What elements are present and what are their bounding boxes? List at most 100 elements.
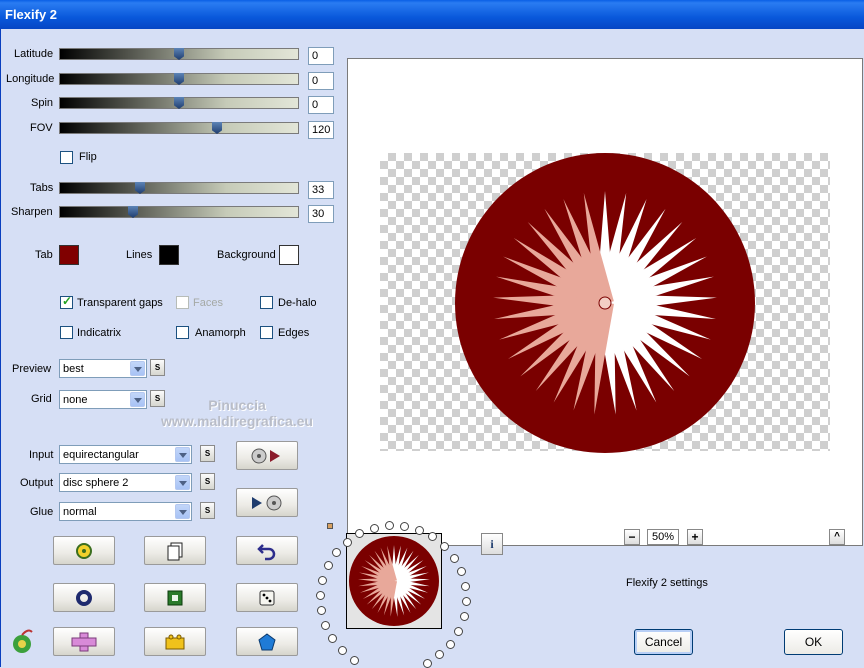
zoom-out-button[interactable]: − [624, 529, 640, 545]
input-s-button[interactable]: S [200, 445, 215, 462]
preview-canvas[interactable] [347, 58, 863, 546]
preview-s-button[interactable]: S [150, 359, 165, 376]
dial-dot[interactable] [461, 597, 471, 607]
dial-dot[interactable] [456, 567, 466, 577]
flip-checkbox[interactable] [60, 151, 73, 164]
dial-dot[interactable] [440, 542, 450, 552]
faces-checkbox[interactable] [176, 296, 189, 309]
watermark: Pinuccia www.maldiregrafica.eu [161, 397, 313, 429]
grid-select[interactable]: none [59, 390, 147, 409]
tabs-value[interactable]: 33 [308, 181, 334, 199]
tab-color-swatch[interactable] [59, 245, 79, 265]
zoom-in-button[interactable]: + [687, 529, 703, 545]
sharpen-slider[interactable] [59, 206, 299, 218]
fov-value[interactable]: 120 [308, 121, 334, 139]
chevron-down-icon[interactable] [175, 475, 190, 490]
lines-color-label: Lines [126, 249, 153, 261]
sharpen-label: Sharpen [11, 206, 53, 218]
undo-button[interactable] [236, 536, 298, 565]
dial-dot[interactable] [318, 575, 328, 585]
latitude-value[interactable]: 0 [308, 47, 334, 65]
indicatrix-checkbox[interactable] [60, 326, 73, 339]
fov-thumb[interactable] [212, 122, 222, 134]
thumbnail-preview[interactable] [346, 533, 442, 629]
save-output-button[interactable] [236, 488, 298, 517]
longitude-slider[interactable] [59, 73, 299, 85]
dial-dot[interactable] [337, 645, 347, 655]
load-input-button[interactable] [236, 441, 298, 470]
preview-select-value: best [63, 363, 84, 375]
dial-dot[interactable] [461, 582, 471, 592]
dial-dot[interactable] [454, 626, 464, 636]
latitude-slider[interactable] [59, 48, 299, 60]
dial-dot[interactable] [321, 620, 331, 630]
ring-icon [76, 589, 92, 606]
chevron-down-icon[interactable] [130, 361, 145, 376]
cross-button[interactable] [53, 627, 115, 656]
glue-select[interactable]: normal [59, 502, 192, 521]
dial-dot[interactable] [342, 537, 352, 547]
brick-button[interactable] [144, 627, 206, 656]
cancel-button[interactable]: Cancel [634, 629, 693, 655]
navigator-handle[interactable] [327, 523, 333, 529]
dial-dot[interactable] [459, 612, 469, 622]
chevron-down-icon[interactable] [175, 447, 190, 462]
tabs-slider[interactable] [59, 182, 299, 194]
anamorph-checkbox[interactable] [176, 326, 189, 339]
dice-button[interactable] [236, 583, 298, 612]
square-button[interactable] [144, 583, 206, 612]
tabs-thumb[interactable] [135, 182, 145, 194]
fov-slider[interactable] [59, 122, 299, 134]
pentagon-button[interactable] [236, 627, 298, 656]
dialog-body: Latitude 0 Longitude 0 Spin 0 FOV 120 Fl… [0, 29, 864, 668]
chevron-down-icon[interactable] [130, 392, 145, 407]
glue-s-button[interactable]: S [200, 502, 215, 519]
dial-dot[interactable] [414, 525, 424, 535]
dial-dot[interactable] [449, 553, 459, 563]
copy-button[interactable] [144, 536, 206, 565]
dial-dot[interactable] [349, 655, 359, 665]
sharpen-value[interactable]: 30 [308, 205, 334, 223]
grid-select-value: none [63, 394, 88, 406]
dial-dot[interactable] [422, 658, 432, 668]
ring-button[interactable] [53, 583, 115, 612]
sharpen-thumb[interactable] [128, 206, 138, 218]
ok-button[interactable]: OK [784, 629, 843, 655]
dice-icon [259, 590, 275, 605]
edges-checkbox[interactable] [260, 326, 273, 339]
info-button[interactable]: i [481, 533, 503, 555]
dial-dot[interactable] [435, 650, 445, 660]
check-mark-icon: ✓ [62, 294, 73, 308]
dial-dot[interactable] [369, 523, 379, 533]
preview-select[interactable]: best [59, 359, 147, 378]
spin-value[interactable]: 0 [308, 96, 334, 114]
chevron-down-icon[interactable] [175, 504, 190, 519]
transparent-gaps-checkbox[interactable]: ✓ [60, 294, 73, 309]
dial-dot[interactable] [331, 548, 341, 558]
dial-dot[interactable] [328, 634, 338, 644]
output-select[interactable]: disc sphere 2 [59, 473, 192, 492]
input-select[interactable]: equirectangular [59, 445, 192, 464]
window-title: Flexify 2 [5, 7, 58, 22]
settings-text: Flexify 2 settings [626, 577, 708, 589]
indicatrix-label: Indicatrix [77, 327, 122, 339]
edges-label: Edges [278, 327, 310, 339]
collapse-button[interactable]: ^ [829, 529, 845, 545]
background-color-swatch[interactable] [279, 245, 299, 265]
de-halo-label: De-halo [278, 297, 317, 309]
lines-color-swatch[interactable] [159, 245, 179, 265]
dial-dot[interactable] [446, 639, 456, 649]
dial-dot[interactable] [316, 605, 326, 615]
spin-thumb[interactable] [174, 97, 184, 109]
dial-dot[interactable] [384, 521, 394, 531]
dial-dot[interactable] [399, 521, 409, 531]
longitude-thumb[interactable] [174, 73, 184, 85]
dial-dot[interactable] [316, 590, 326, 600]
latitude-thumb[interactable] [174, 48, 184, 60]
longitude-value[interactable]: 0 [308, 72, 334, 90]
output-s-button[interactable]: S [200, 473, 215, 490]
randomize-button[interactable] [53, 536, 115, 565]
dial-dot[interactable] [323, 561, 333, 571]
spin-slider[interactable] [59, 97, 299, 109]
de-halo-checkbox[interactable] [260, 296, 273, 309]
